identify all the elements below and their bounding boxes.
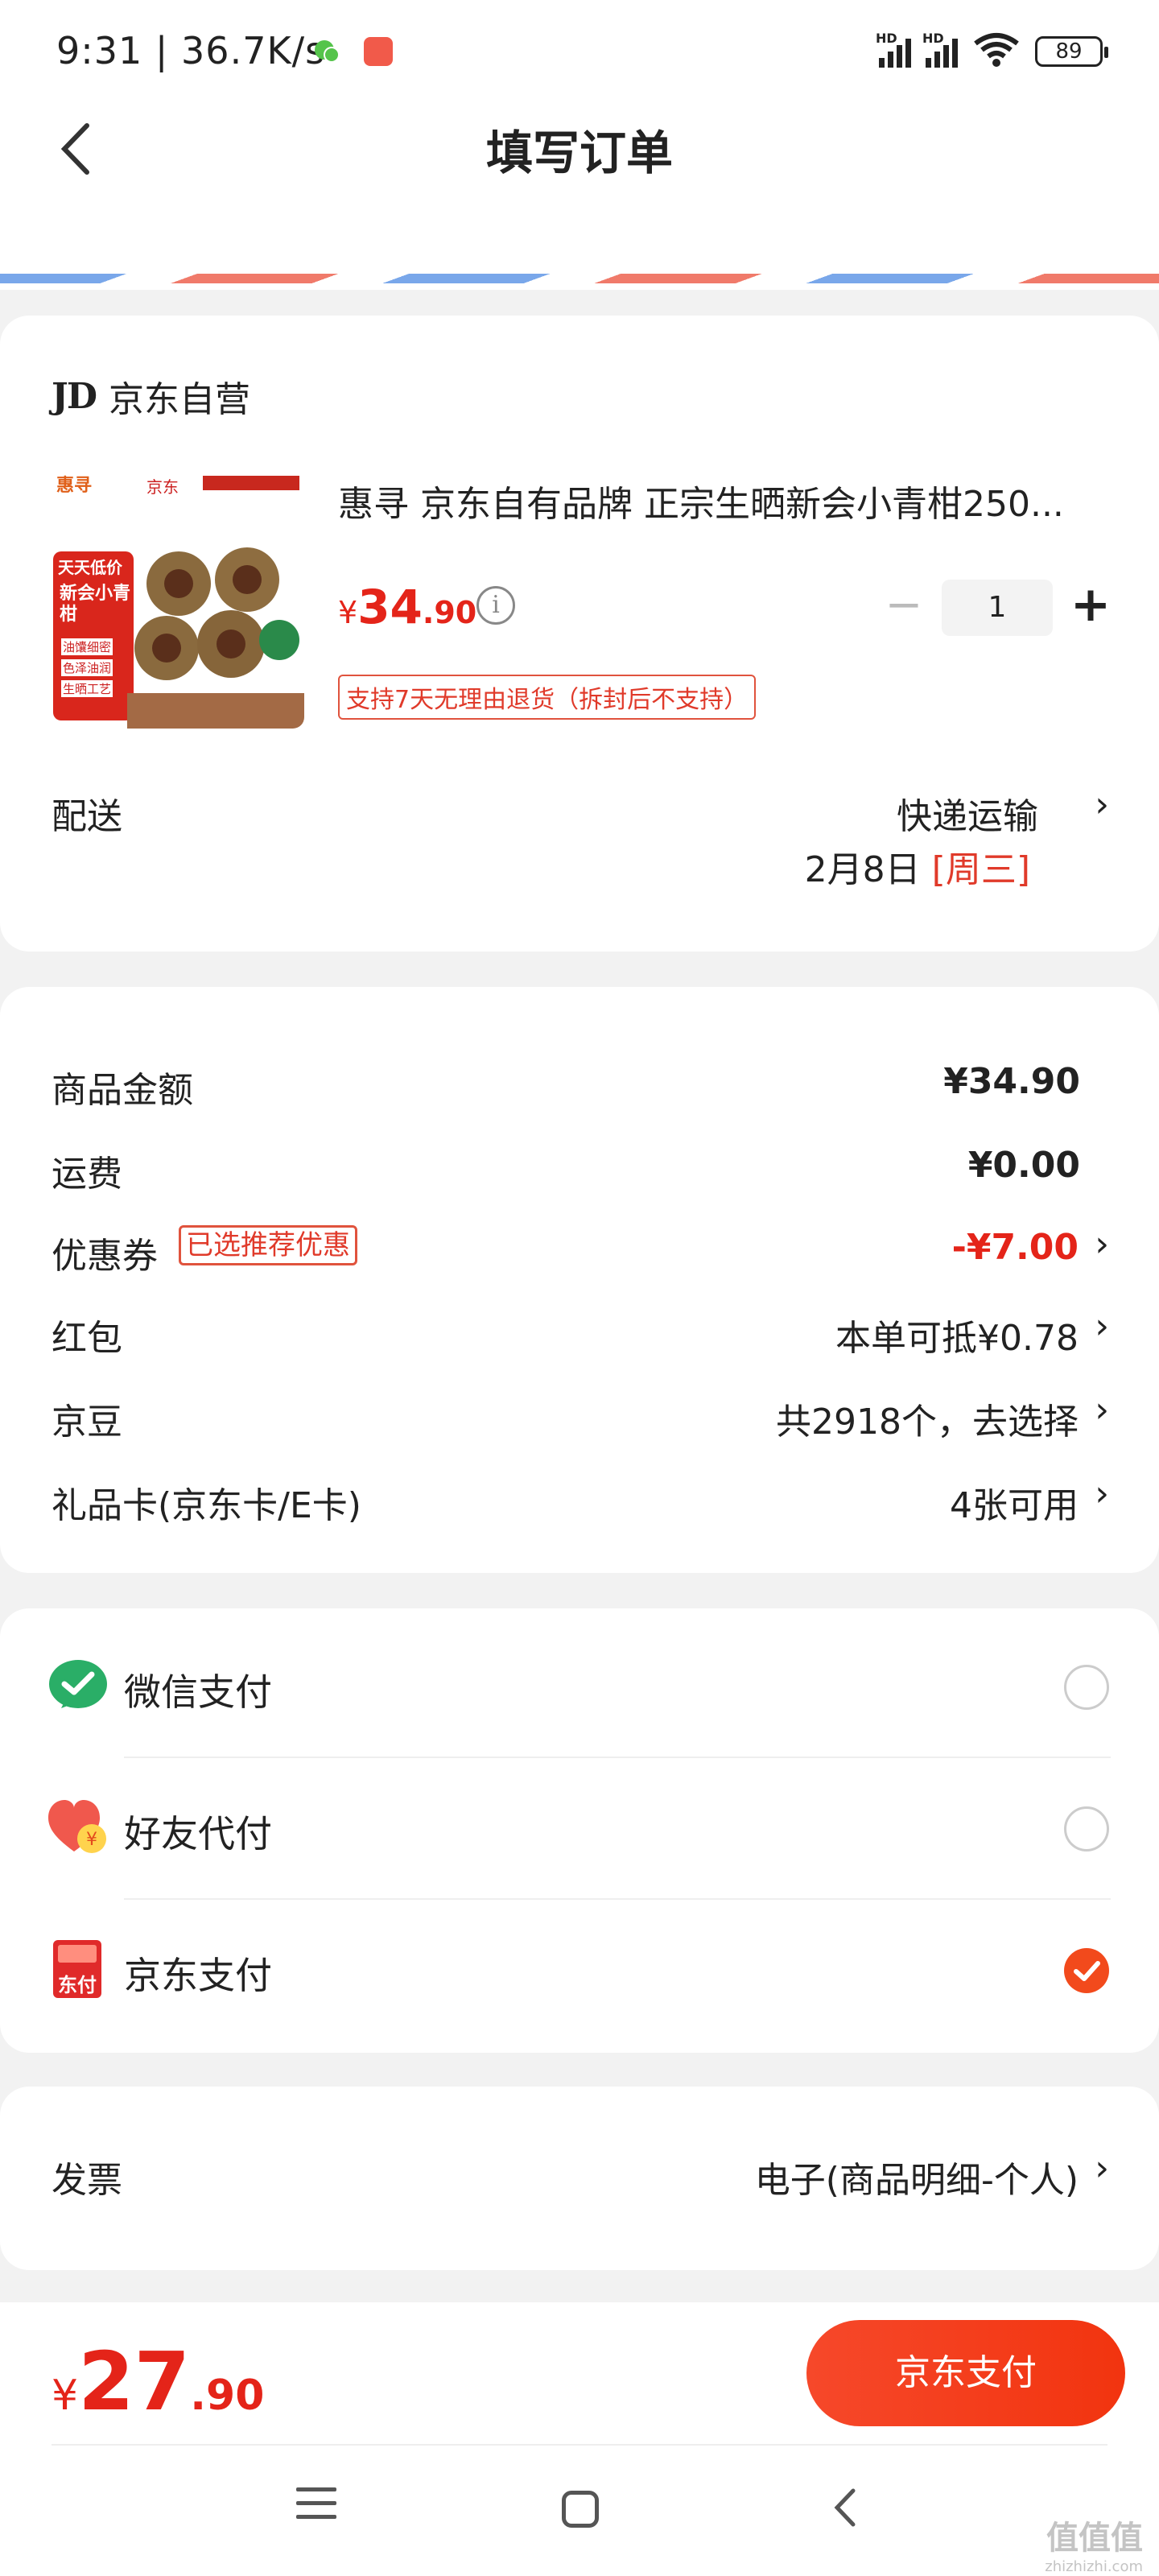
- giftcard-label: 礼品卡(京东卡/E卡): [52, 1485, 361, 1526]
- signal-icon: HD: [876, 31, 911, 68]
- svg-text:¥: ¥: [86, 1830, 97, 1850]
- status-time: 9:31 | 36.7K/s: [56, 29, 326, 72]
- jd-pay-radio-selected[interactable]: [1064, 1948, 1109, 1993]
- pay-button[interactable]: 京东支付: [806, 2320, 1125, 2426]
- jingdou-label: 京豆: [52, 1402, 122, 1443]
- divider: [124, 1898, 1111, 1900]
- info-icon[interactable]: i: [476, 586, 515, 625]
- order-page: { "status_bar": { "time": "9:31 | 36.7K/…: [0, 0, 1159, 2576]
- quantity-field[interactable]: 1: [942, 580, 1053, 636]
- redpacket-label: 红包: [52, 1318, 122, 1359]
- address-airmail-border: [0, 217, 1159, 290]
- shop-name-row: JD 京东自营: [52, 370, 250, 422]
- divider: [52, 2444, 1107, 2446]
- total-price: ¥27.90: [52, 2334, 265, 2429]
- chevron-right-icon[interactable]: ›: [1095, 1306, 1109, 1347]
- decrease-quantity-button[interactable]: −: [884, 581, 924, 630]
- payment-method-label[interactable]: 微信支付: [124, 1663, 272, 1716]
- product-name[interactable]: 惠寻 京东自有品牌 正宗生晒新会小青柑250...: [338, 475, 1111, 526]
- product-image[interactable]: 惠寻 京东 天天低价 新会小青柑 油馕细密 色泽油润 生晒工艺: [50, 471, 304, 729]
- jd-pay-icon: 东付: [53, 1940, 101, 1998]
- status-icons: HD HD 89: [876, 31, 1108, 71]
- goods-amount-value: ¥34.90: [943, 1061, 1080, 1102]
- shipping-label: 配送: [52, 796, 122, 837]
- freight-value: ¥0.00: [967, 1145, 1080, 1186]
- watermark: 值值值 zhizhizhi.com: [1045, 2520, 1143, 2575]
- battery-icon: 89: [1035, 36, 1108, 67]
- jingdou-value[interactable]: 共2918个，去选择: [776, 1393, 1079, 1444]
- payment-method-label[interactable]: 京东支付: [124, 1946, 272, 2000]
- shipping-date[interactable]: 2月8日 [周三]: [805, 840, 1030, 892]
- shop-name: 京东自营: [108, 379, 250, 420]
- coupon-value[interactable]: -¥7.00: [952, 1227, 1079, 1268]
- menu-icon[interactable]: [296, 2487, 336, 2529]
- home-icon[interactable]: [562, 2491, 599, 2528]
- check-icon: [1074, 1961, 1100, 1981]
- friend-pay-icon: ¥: [48, 1798, 108, 1858]
- chevron-right-icon[interactable]: ›: [1095, 1473, 1109, 1514]
- freight-label: 运费: [52, 1154, 122, 1195]
- signal-icon: HD: [922, 31, 958, 68]
- wechat-pay-icon: [48, 1657, 108, 1716]
- increase-quantity-button[interactable]: +: [1066, 576, 1115, 633]
- page-title: 填写订单: [485, 126, 673, 180]
- jd-logo: JD: [52, 375, 97, 417]
- friend-pay-radio[interactable]: [1064, 1806, 1109, 1852]
- redpacket-value[interactable]: 本单可抵¥0.78: [835, 1309, 1079, 1360]
- wechat-notification-icon: [312, 37, 341, 66]
- giftcard-value[interactable]: 4张可用: [950, 1476, 1079, 1528]
- chevron-right-icon[interactable]: ›: [1095, 784, 1109, 825]
- wechat-pay-radio[interactable]: [1064, 1665, 1109, 1710]
- chevron-right-icon[interactable]: ›: [1095, 1224, 1109, 1265]
- wifi-icon: [972, 32, 1021, 71]
- payment-method-label[interactable]: 好友代付: [124, 1805, 272, 1858]
- return-policy-tag: 支持7天无理由退货（拆封后不支持）: [338, 675, 757, 720]
- coupon-label: 优惠券: [52, 1236, 158, 1277]
- shipping-method[interactable]: 快递运输: [897, 787, 1038, 839]
- app-notification-icon: [364, 37, 393, 66]
- invoice-value[interactable]: 电子(商品明细-个人): [755, 2151, 1079, 2202]
- chevron-right-icon[interactable]: ›: [1095, 2148, 1109, 2189]
- product-price: ¥34.90: [338, 580, 477, 634]
- invoice-label: 发票: [52, 2160, 122, 2201]
- goods-amount-label: 商品金额: [52, 1070, 193, 1111]
- coupon-tag: 已选推荐优惠: [179, 1225, 357, 1265]
- chevron-right-icon[interactable]: ›: [1095, 1389, 1109, 1430]
- back-nav-icon[interactable]: [829, 2479, 861, 2547]
- divider: [124, 1757, 1111, 1758]
